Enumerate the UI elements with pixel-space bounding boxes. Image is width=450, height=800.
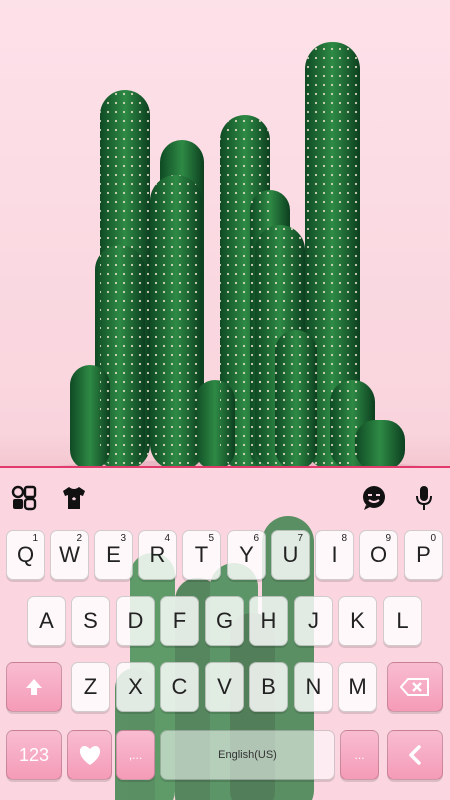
key-hint: 4: [164, 533, 170, 544]
key-s[interactable]: S: [71, 596, 110, 646]
key-p[interactable]: P0: [404, 530, 443, 580]
comma-punctuation-key[interactable]: ,...: [116, 730, 155, 780]
key-hint: 5: [208, 533, 214, 544]
key-q[interactable]: Q1: [6, 530, 45, 580]
key-z[interactable]: Z: [71, 662, 110, 712]
shift-key[interactable]: [6, 662, 62, 712]
key-hint: 7: [297, 533, 303, 544]
key-t[interactable]: T5: [182, 530, 221, 580]
key-f[interactable]: F: [160, 596, 199, 646]
key-m[interactable]: M: [338, 662, 377, 712]
apps-grid-icon[interactable]: [10, 484, 38, 512]
shift-arrow-icon: [24, 677, 44, 697]
space-bar[interactable]: English(US): [160, 730, 335, 780]
heart-icon: [78, 744, 102, 766]
chevron-left-icon: [407, 745, 423, 765]
emoji-key[interactable]: [67, 730, 112, 780]
microphone-icon[interactable]: [410, 484, 438, 512]
key-g[interactable]: G: [205, 596, 244, 646]
key-x[interactable]: X: [116, 662, 155, 712]
keyboard: Q1 W2 E3 R4 T5 Y6 U7 I8 O9 P0 A S D F G …: [0, 468, 450, 800]
key-d[interactable]: D: [116, 596, 155, 646]
period-punctuation-key[interactable]: ...: [340, 730, 379, 780]
key-a[interactable]: A: [27, 596, 66, 646]
key-j[interactable]: J: [294, 596, 333, 646]
key-hint: 2: [76, 533, 82, 544]
key-hint: 1: [32, 533, 38, 544]
key-o[interactable]: O9: [359, 530, 398, 580]
key-u[interactable]: U7: [271, 530, 310, 580]
key-i[interactable]: I8: [315, 530, 354, 580]
key-hint: 9: [385, 533, 391, 544]
enter-key[interactable]: [387, 730, 443, 780]
key-b[interactable]: B: [249, 662, 288, 712]
key-w[interactable]: W2: [50, 530, 89, 580]
key-hint: 8: [341, 533, 347, 544]
key-v[interactable]: V: [205, 662, 244, 712]
key-r[interactable]: R4: [138, 530, 177, 580]
cactus-illustration: [40, 42, 440, 470]
key-y[interactable]: Y6: [227, 530, 266, 580]
key-c[interactable]: C: [160, 662, 199, 712]
key-k[interactable]: K: [338, 596, 377, 646]
wallpaper-image: [0, 0, 450, 470]
key-h[interactable]: H: [249, 596, 288, 646]
key-hint: 3: [120, 533, 126, 544]
theme-shirt-icon[interactable]: [60, 484, 88, 512]
key-e[interactable]: E3: [94, 530, 133, 580]
key-hint: 6: [253, 533, 259, 544]
emoji-icon[interactable]: [360, 484, 388, 512]
backspace-x-icon: [400, 677, 430, 697]
keyboard-toolbar: [0, 468, 450, 528]
key-hint: 0: [430, 533, 436, 544]
key-n[interactable]: N: [294, 662, 333, 712]
numbers-key[interactable]: 123: [6, 730, 62, 780]
key-l[interactable]: L: [383, 596, 422, 646]
backspace-key[interactable]: [387, 662, 443, 712]
